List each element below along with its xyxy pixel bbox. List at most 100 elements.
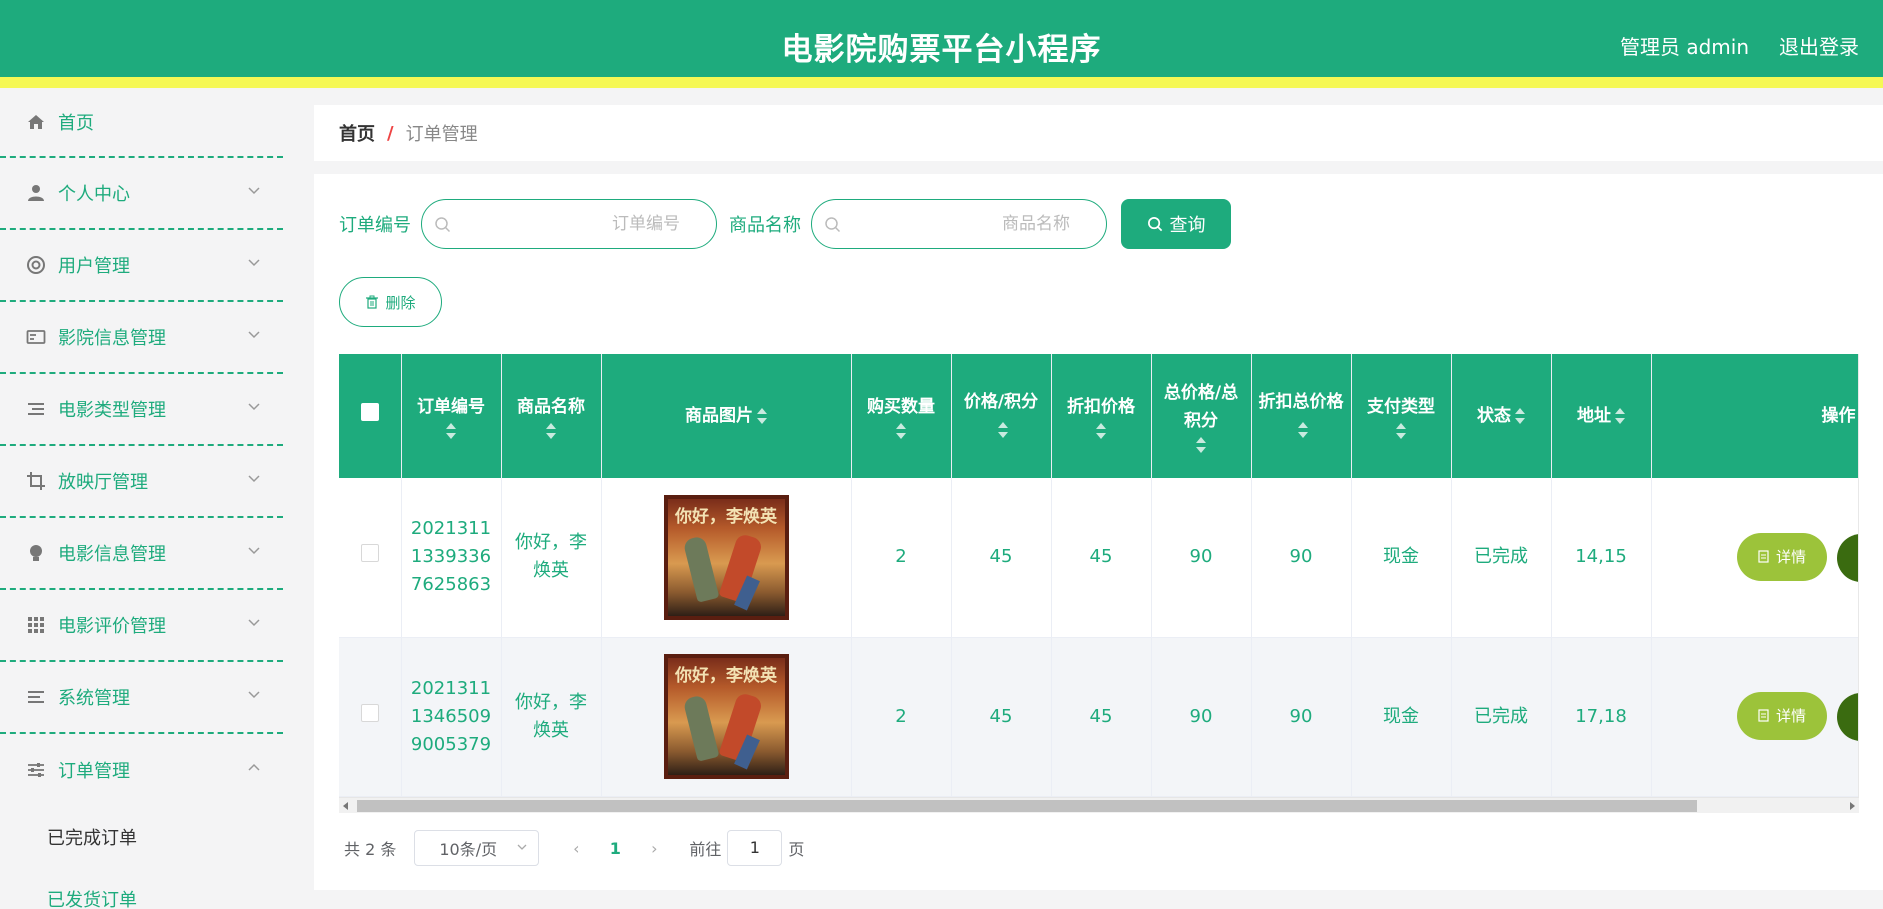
sidebar-item-movie-type[interactable]: 电影类型管理 [0,374,283,446]
main-panel: 订单编号 商品名称 查询 删除 [314,174,1883,890]
sidebar-item-home[interactable]: 首页 [0,88,283,158]
scroll-right-arrow-icon[interactable] [1850,802,1855,810]
pagination: 共 2 条 10条/页 ‹ 1 › 前往 1 页 [344,830,804,866]
grid-icon [26,615,46,635]
chevron-down-icon [248,475,260,483]
sidebar-item-label: 电影评价管理 [58,616,166,637]
detail-button[interactable]: 详情 [1736,532,1827,581]
price-cell: 45 [951,478,1052,638]
breadcrumb-current: 订单管理 [405,124,478,145]
pay-type-cell: 现金 [1351,478,1452,638]
next-page-icon[interactable]: › [639,839,669,858]
sort-icon[interactable] [1515,408,1525,424]
sidebar-item-order-management[interactable]: 订单管理 [0,734,283,806]
sidebar-item-label: 用户管理 [58,256,130,277]
sort-icon[interactable] [1196,437,1206,453]
order-no-input[interactable] [422,200,716,248]
order-no-cell: 2021311 1346509 9005379 [401,637,502,797]
row-checkbox[interactable] [360,703,379,722]
sort-icon[interactable] [1096,423,1106,439]
chevron-down-icon [248,259,260,267]
col-status[interactable]: 状态 [1451,354,1552,478]
col-order-no[interactable]: 订单编号 [401,354,502,478]
col-discount-total[interactable]: 折扣总价格 [1251,354,1352,478]
address-cell: 14,15 [1551,478,1652,638]
actions-cell: 详情 [1651,637,1858,797]
app-title: 电影院购票平台小程序 [781,32,1102,68]
movie-poster-image[interactable]: 你好，李焕英 [663,494,789,620]
col-quantity[interactable]: 购买数量 [851,354,952,478]
total-cell: 90 [1151,637,1252,797]
row-select-cell [339,637,402,797]
goto-page-input[interactable]: 1 [727,830,783,866]
chevron-down-icon [517,844,527,850]
row-checkbox[interactable] [360,544,379,563]
sort-icon[interactable] [446,423,456,439]
col-discount-price[interactable]: 折扣价格 [1051,354,1152,478]
sort-icon[interactable] [896,423,906,439]
search-icon [825,217,841,233]
detail-button[interactable]: 详情 [1736,691,1827,740]
breadcrumb-home[interactable]: 首页 [339,120,375,146]
chevron-down-icon [248,619,260,627]
goods-name-input[interactable] [812,200,1106,248]
submenu-completed-orders[interactable]: 已完成订单 [0,806,283,868]
chevron-up-icon [248,763,260,771]
col-pay-type[interactable]: 支付类型 [1351,354,1452,478]
sidebar-item-movie-info[interactable]: 电影信息管理 [0,518,283,590]
sidebar-item-label: 首页 [58,113,94,134]
row-select-cell [339,478,402,638]
sort-icon[interactable] [1298,422,1308,438]
sidebar-item-system[interactable]: 系统管理 [0,662,283,734]
search-icon [435,217,451,233]
col-goods-name[interactable]: 商品名称 [501,354,602,478]
card-icon [26,327,46,347]
sidebar-item-cinema-info[interactable]: 影院信息管理 [0,302,283,374]
col-price[interactable]: 价格/积分 [951,354,1052,478]
chevron-down-icon [248,691,260,699]
delete-button[interactable]: 删除 [339,277,442,327]
sidebar-item-label: 放映厅管理 [58,472,148,493]
select-all-checkbox[interactable] [360,403,379,421]
sidebar-item-hall[interactable]: 放映厅管理 [0,446,283,518]
prev-page-icon[interactable]: ‹ [561,839,591,858]
query-button[interactable]: 查询 [1121,199,1231,249]
logout-button[interactable]: 退出登录 [1779,31,1859,60]
actions-cell: 详情 [1651,478,1858,638]
page-size-select[interactable]: 10条/页 [414,830,540,866]
sidebar: 首页 个人中心 用户管理 影院信息管理 电影类型管理 放映厅管理 电影信息管理 … [0,88,283,909]
goods-name-cell: 你好，李 焕英 [501,637,602,797]
pay-type-cell: 现金 [1351,637,1452,797]
sidebar-item-movie-review[interactable]: 电影评价管理 [0,590,283,662]
order-no-cell: 2021311 1339336 7625863 [401,478,502,638]
top-header: 电影院购票平台小程序 管理员 admin 退出登录 [0,0,1883,88]
edit-button[interactable] [1836,534,1858,582]
scrollbar-thumb[interactable] [357,800,1697,812]
sort-icon[interactable] [1615,408,1625,424]
admin-user-label[interactable]: 管理员 admin [1620,31,1749,60]
sidebar-item-user-management[interactable]: 用户管理 [0,230,283,302]
sort-icon[interactable] [1396,423,1406,439]
sort-icon[interactable] [546,423,556,439]
col-address[interactable]: 地址 [1551,354,1652,478]
edit-button[interactable] [1836,693,1858,742]
scroll-left-arrow-icon[interactable] [343,802,348,810]
goods-name-label: 商品名称 [729,215,801,236]
sort-icon[interactable] [757,408,767,424]
table-horizontal-scrollbar[interactable] [339,797,1859,813]
table-header-row: 订单编号 商品名称 商品图片 购买数量 价格/积分 折扣价格 总价格/总积分 折… [339,354,1858,478]
col-goods-image[interactable]: 商品图片 [601,354,852,478]
movie-poster-image[interactable]: 你好，李焕英 [663,654,789,779]
lifebuoy-icon [26,255,46,275]
chevron-down-icon [248,547,260,555]
discount-price-cell: 45 [1051,478,1152,638]
search-form: 订单编号 商品名称 查询 [339,199,1231,249]
pagination-total: 共 2 条 [344,840,397,859]
sort-icon[interactable] [998,422,1008,438]
page-number[interactable]: 1 [591,839,639,858]
sidebar-item-personal-center[interactable]: 个人中心 [0,158,283,230]
submenu-shipped-orders[interactable]: 已发货订单 [0,868,283,909]
col-total[interactable]: 总价格/总积分 [1151,354,1252,478]
chevron-down-icon [248,403,260,411]
goods-image-cell: 你好，李焕英 [601,478,852,638]
